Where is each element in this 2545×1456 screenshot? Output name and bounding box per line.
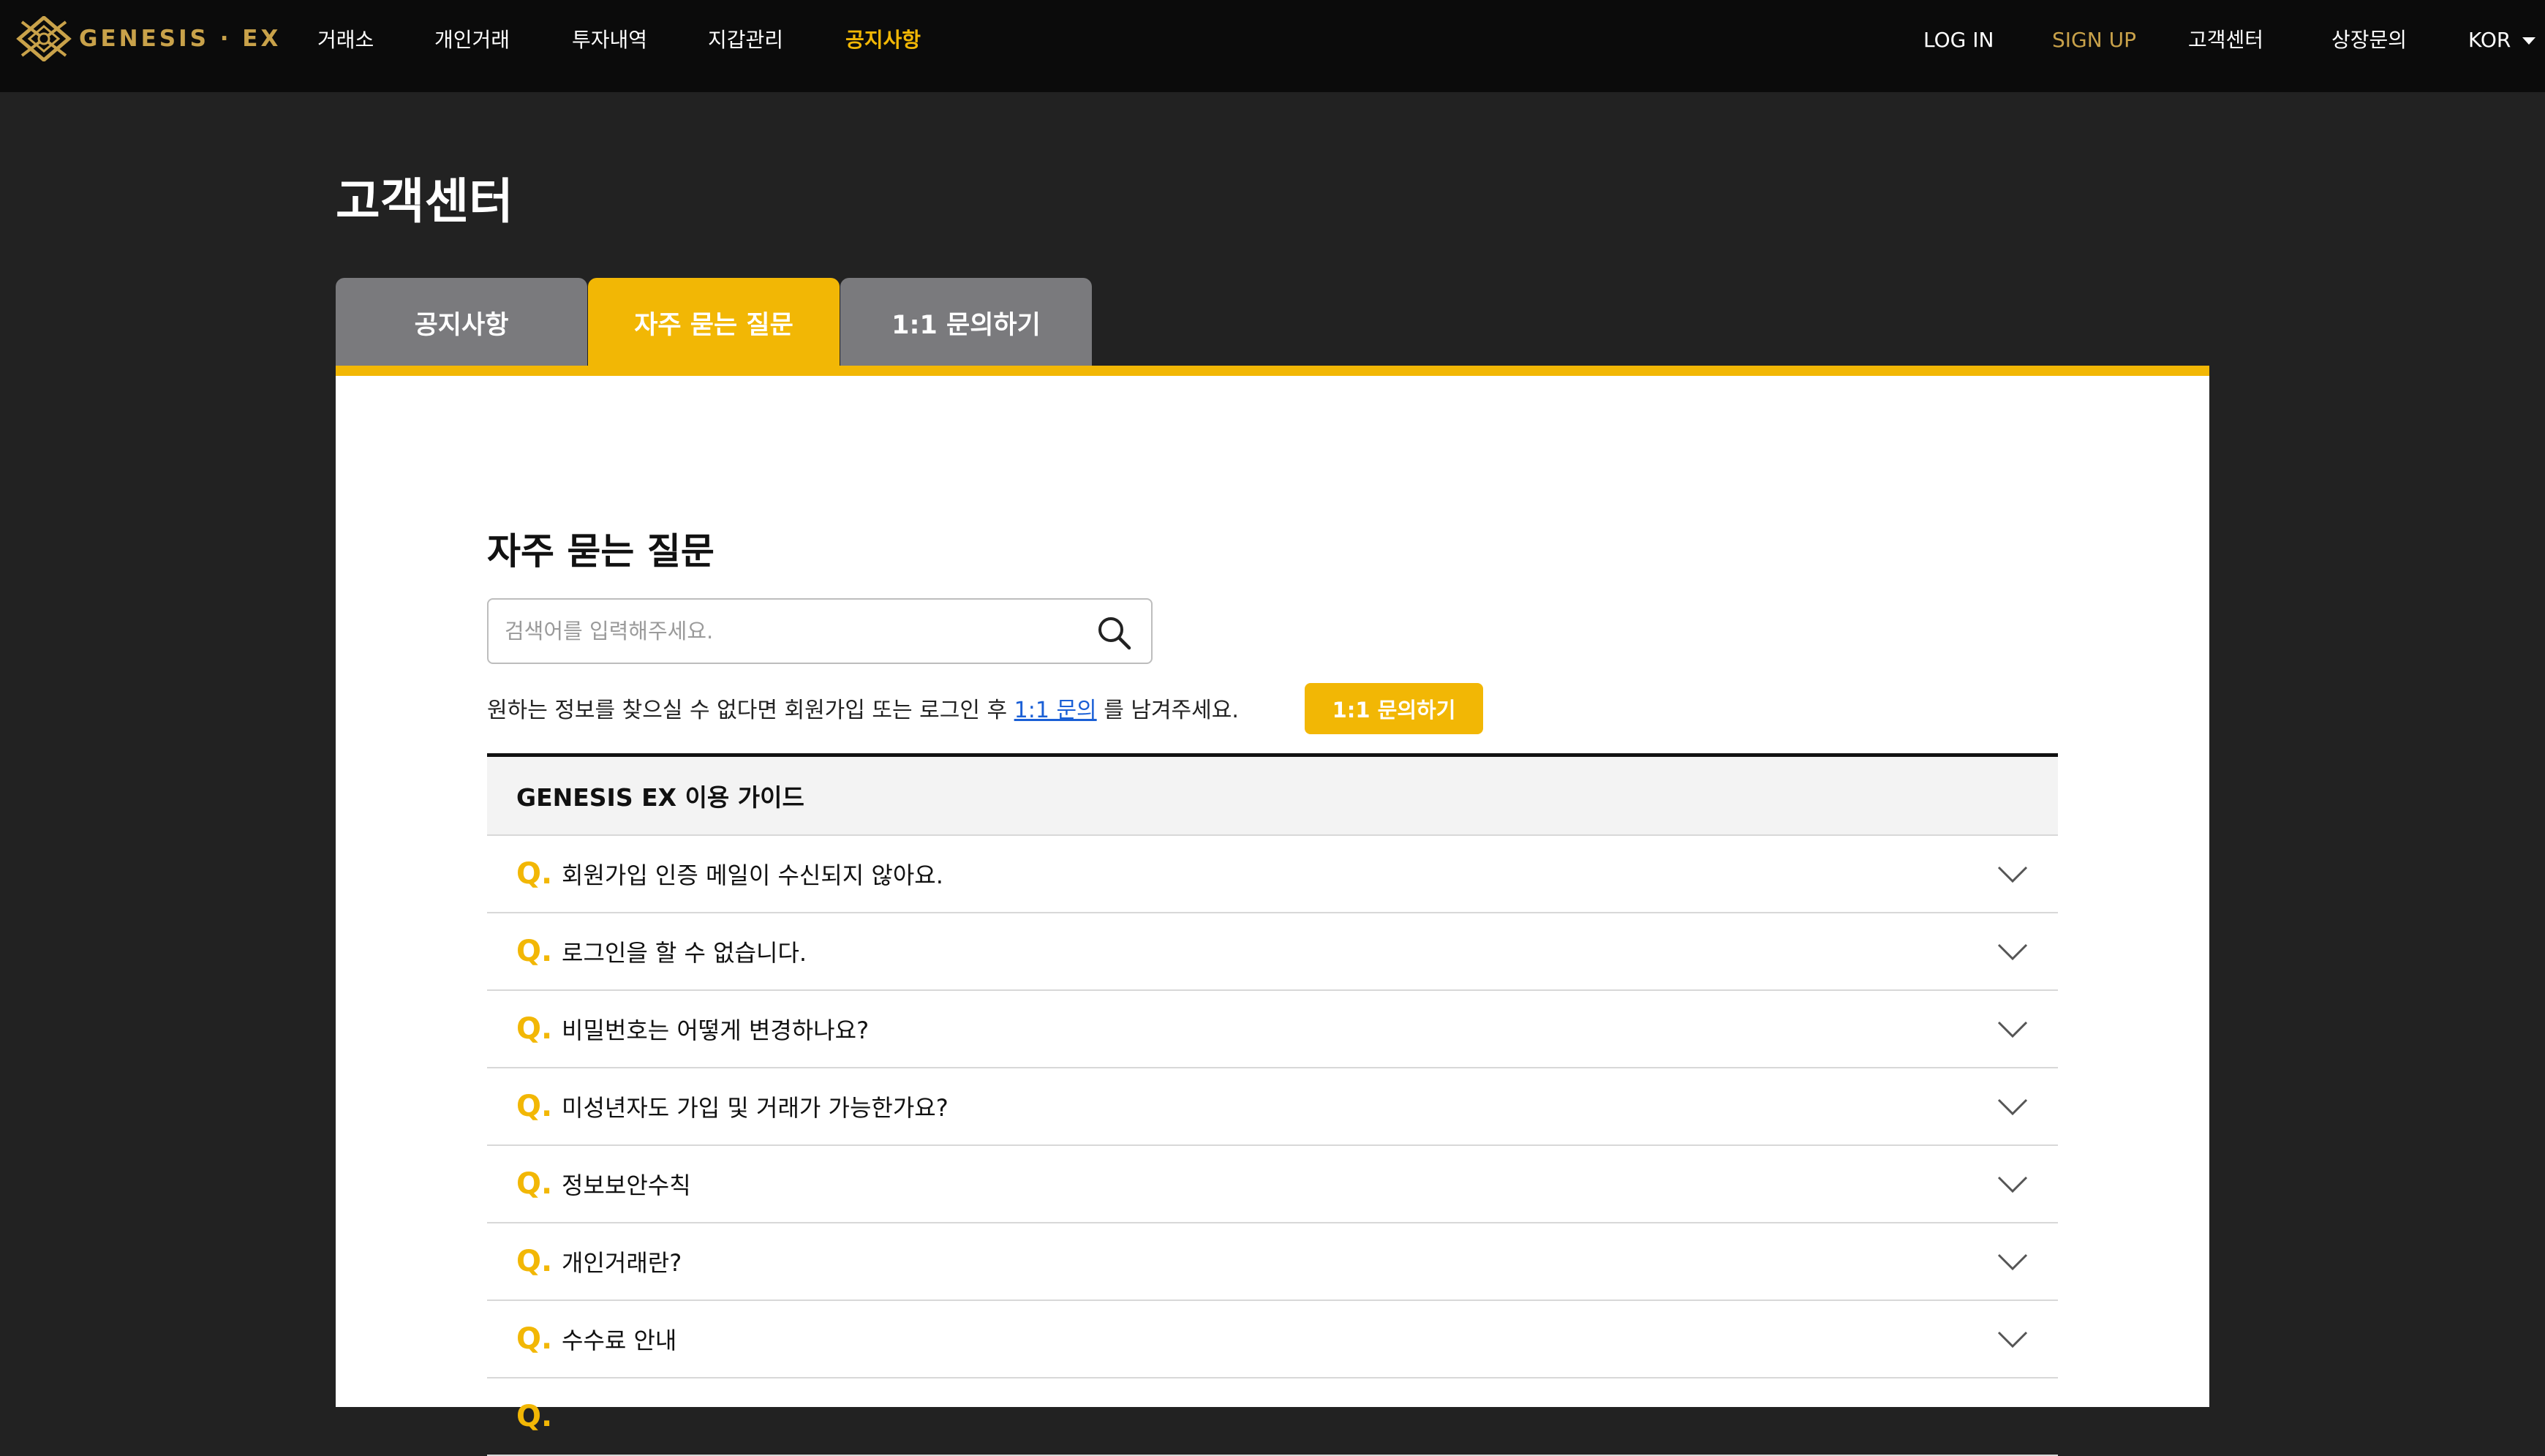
genesis-logo-icon bbox=[16, 16, 72, 61]
page-title: 고객센터 bbox=[336, 173, 513, 230]
faq-item[interactable]: Q. 개인거래란? bbox=[487, 1223, 2058, 1301]
faq-question: 비밀번호는 어떻게 변경하나요? bbox=[562, 1016, 870, 1044]
one-on-one-inquiry-button[interactable]: 1:1 문의하기 bbox=[1305, 683, 1483, 734]
faq-item[interactable]: Q. 비밀번호는 어떻게 변경하나요? bbox=[487, 991, 2058, 1068]
faq-item[interactable]: Q. 회원가입 인증 메일이 수신되지 않아요. bbox=[487, 836, 2058, 913]
q-mark: Q. bbox=[516, 935, 553, 968]
nav-item-p2p-trade[interactable]: 개인거래 bbox=[434, 25, 510, 56]
q-mark: Q. bbox=[516, 857, 553, 891]
faq-item[interactable]: Q. 로그인을 할 수 없습니다. bbox=[487, 913, 2058, 991]
search-box bbox=[487, 598, 1153, 664]
nav-item-exchange[interactable]: 거래소 bbox=[317, 25, 374, 56]
caret-down-icon bbox=[2522, 37, 2536, 45]
chevron-down-icon[interactable] bbox=[1997, 1330, 2029, 1349]
faq-item[interactable]: Q. 미성년자도 가입 및 거래가 가능한가요? bbox=[487, 1068, 2058, 1146]
language-selector[interactable]: KOR bbox=[2468, 25, 2536, 56]
faq-list: GENESIS EX 이용 가이드 Q. 회원가입 인증 메일이 수신되지 않아… bbox=[487, 753, 2058, 1456]
faq-section-title: 자주 묻는 질문 bbox=[487, 530, 715, 573]
faq-question: 로그인을 할 수 없습니다. bbox=[562, 939, 807, 967]
tab-notices[interactable]: 공지사항 bbox=[336, 278, 587, 367]
chevron-down-icon[interactable] bbox=[1997, 1098, 2029, 1117]
nav-item-investment-history[interactable]: 투자내역 bbox=[572, 25, 647, 56]
faq-item[interactable]: Q. 정보보안수칙 bbox=[487, 1146, 2058, 1223]
chevron-down-icon[interactable] bbox=[1997, 943, 2029, 962]
signup-link[interactable]: SIGN UP bbox=[2052, 25, 2136, 56]
nav-item-wallet[interactable]: 지갑관리 bbox=[708, 25, 783, 56]
chevron-down-icon[interactable] bbox=[1997, 1175, 2029, 1194]
genesis-logo[interactable]: GENESIS · EX bbox=[16, 16, 281, 61]
q-mark: Q. bbox=[516, 1090, 553, 1123]
tab-faq[interactable]: 자주 묻는 질문 bbox=[588, 278, 840, 367]
tab-one-on-one-inquiry[interactable]: 1:1 문의하기 bbox=[840, 278, 1092, 367]
faq-question: 개인거래란? bbox=[562, 1249, 682, 1277]
logo-text: GENESIS · EX bbox=[79, 26, 282, 52]
search-input[interactable] bbox=[505, 600, 1075, 663]
faq-question: 미성년자도 가입 및 거래가 가능한가요? bbox=[562, 1094, 949, 1122]
help-text-prefix: 원하는 정보를 찾으실 수 없다면 회원가입 또는 로그인 후 bbox=[487, 698, 1008, 723]
faq-category-header: GENESIS EX 이용 가이드 bbox=[487, 757, 2058, 836]
faq-item[interactable]: Q. 수수료 안내 bbox=[487, 1301, 2058, 1378]
login-link[interactable]: LOG IN bbox=[1923, 25, 1994, 56]
q-mark: Q. bbox=[516, 1322, 553, 1356]
support-link[interactable]: 고객센터 bbox=[2188, 25, 2263, 56]
nav-item-notices[interactable]: 공지사항 bbox=[845, 25, 921, 56]
search-icon[interactable] bbox=[1096, 614, 1132, 651]
top-nav-bar: GENESIS · EX 거래소 개인거래 투자내역 지갑관리 공지사항 LOG… bbox=[0, 0, 2545, 92]
q-mark: Q. bbox=[516, 1012, 553, 1046]
q-mark: Q. bbox=[516, 1400, 553, 1433]
q-mark: Q. bbox=[516, 1167, 553, 1201]
help-text: 원하는 정보를 찾으실 수 없다면 회원가입 또는 로그인 후 1:1 문의 를… bbox=[487, 689, 1239, 733]
listing-inquiry-link[interactable]: 상장문의 bbox=[2331, 25, 2407, 56]
content-panel: 자주 묻는 질문 원하는 정보를 찾으실 수 없다면 회원가입 또는 로그인 후… bbox=[336, 376, 2209, 1456]
faq-question: 회원가입 인증 메일이 수신되지 않아요. bbox=[562, 861, 943, 889]
chevron-down-icon[interactable] bbox=[1997, 1253, 2029, 1272]
tab-underline bbox=[336, 366, 2209, 376]
chevron-down-icon[interactable] bbox=[1997, 865, 2029, 884]
language-label: KOR bbox=[2468, 28, 2511, 52]
chevron-down-icon[interactable] bbox=[1997, 1020, 2029, 1039]
faq-item[interactable]: Q. bbox=[487, 1378, 2058, 1456]
faq-question: 정보보안수칙 bbox=[562, 1172, 691, 1199]
one-on-one-inquiry-link[interactable]: 1:1 문의 bbox=[1014, 698, 1097, 723]
q-mark: Q. bbox=[516, 1245, 553, 1278]
help-text-suffix: 를 남겨주세요. bbox=[1104, 698, 1239, 723]
faq-question: 수수료 안내 bbox=[562, 1327, 677, 1354]
